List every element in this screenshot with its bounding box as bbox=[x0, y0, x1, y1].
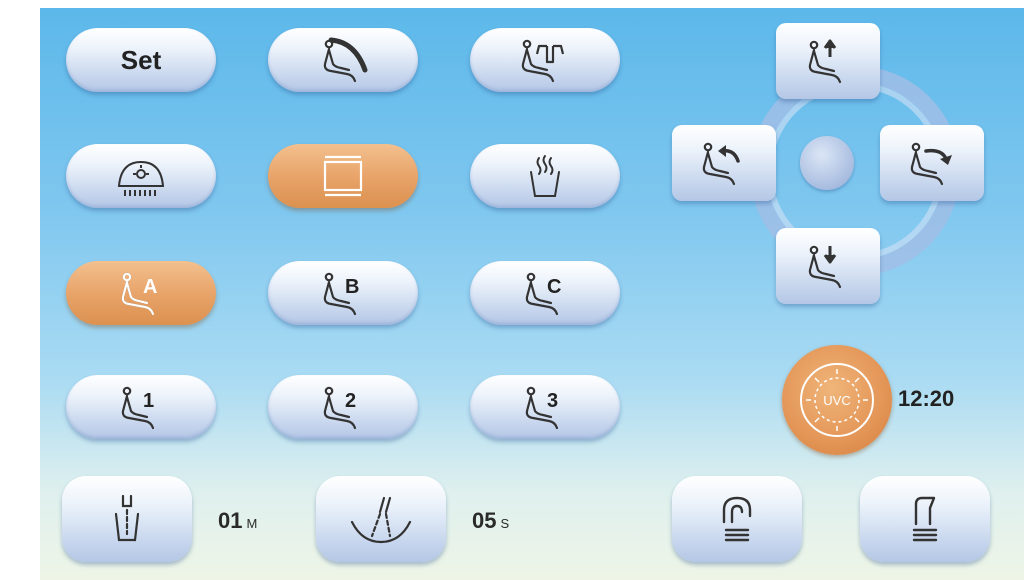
memory-1-button[interactable]: 1 bbox=[66, 375, 216, 439]
chair-position-icon: 1 bbox=[121, 386, 154, 430]
chair-position-icon: A bbox=[121, 272, 157, 316]
cup-fill-value: 01 bbox=[218, 508, 243, 533]
chair-position-icon: 3 bbox=[525, 386, 558, 430]
chair-back-left-icon bbox=[702, 142, 740, 186]
memory-3-label: 3 bbox=[547, 390, 558, 412]
bowl-rinse-icon bbox=[350, 496, 412, 544]
memory-b-button[interactable]: B bbox=[268, 261, 418, 325]
set-label: Set bbox=[120, 44, 162, 75]
chair-up-button[interactable] bbox=[776, 23, 880, 99]
chair-position-icon: C bbox=[525, 272, 561, 316]
memory-1-label: 1 bbox=[143, 390, 154, 412]
cup-warm-button[interactable] bbox=[470, 144, 620, 208]
chair-recline-icon bbox=[323, 37, 368, 83]
chair-down-button[interactable] bbox=[776, 228, 880, 304]
instrument-holder-button[interactable] bbox=[860, 476, 990, 562]
chair-lift-icon bbox=[521, 39, 565, 83]
cup-fill-icon bbox=[114, 494, 140, 542]
bowl-rinse-button[interactable] bbox=[316, 476, 446, 562]
instrument-hose-button[interactable] bbox=[672, 476, 802, 562]
memory-c-label: C bbox=[547, 276, 561, 298]
dpad-center-button[interactable] bbox=[800, 136, 854, 190]
memory-c-button[interactable]: C bbox=[470, 261, 620, 325]
memory-3-button[interactable]: 3 bbox=[470, 375, 620, 439]
operating-light-icon bbox=[117, 160, 165, 196]
instrument-holder-icon bbox=[912, 496, 938, 542]
bowl-rinse-unit: S bbox=[500, 516, 510, 531]
chair-up-icon bbox=[808, 39, 842, 84]
monitor-icon bbox=[323, 155, 363, 197]
operating-light-button[interactable] bbox=[66, 144, 216, 208]
cup-fill-button[interactable] bbox=[62, 476, 192, 562]
memory-a-label: A bbox=[143, 276, 157, 298]
set-button[interactable]: Set bbox=[66, 28, 216, 92]
memory-a-button[interactable]: A bbox=[66, 261, 216, 325]
memory-b-label: B bbox=[345, 276, 359, 298]
uvc-button[interactable]: UVC bbox=[782, 345, 892, 455]
uvc-label: UVC bbox=[823, 393, 850, 408]
control-panel-screen: Set A B C 1 2 3 UVC 12:20 01 M 05 S bbox=[40, 8, 1024, 580]
chair-back-left-button[interactable] bbox=[672, 125, 776, 201]
chair-down-icon bbox=[808, 245, 842, 289]
cup-warm-icon bbox=[530, 155, 560, 197]
memory-2-button[interactable]: 2 bbox=[268, 375, 418, 439]
uvc-sun-icon: UVC bbox=[800, 363, 874, 437]
chair-position-icon: B bbox=[323, 272, 359, 316]
memory-2-label: 2 bbox=[345, 390, 356, 412]
bowl-rinse-time: 05 S bbox=[472, 508, 509, 534]
chair-lift-button[interactable] bbox=[470, 28, 620, 92]
uvc-timer: 12:20 bbox=[898, 386, 955, 411]
monitor-button[interactable] bbox=[268, 144, 418, 208]
chair-back-right-icon bbox=[910, 142, 952, 186]
instrument-hose-icon bbox=[722, 496, 752, 542]
chair-position-icon: 2 bbox=[323, 386, 356, 430]
cup-fill-unit: M bbox=[246, 516, 258, 531]
chair-back-right-button[interactable] bbox=[880, 125, 984, 201]
cup-fill-time: 01 M bbox=[218, 508, 257, 534]
chair-recline-button[interactable] bbox=[268, 28, 418, 92]
bowl-rinse-value: 05 bbox=[472, 508, 497, 533]
